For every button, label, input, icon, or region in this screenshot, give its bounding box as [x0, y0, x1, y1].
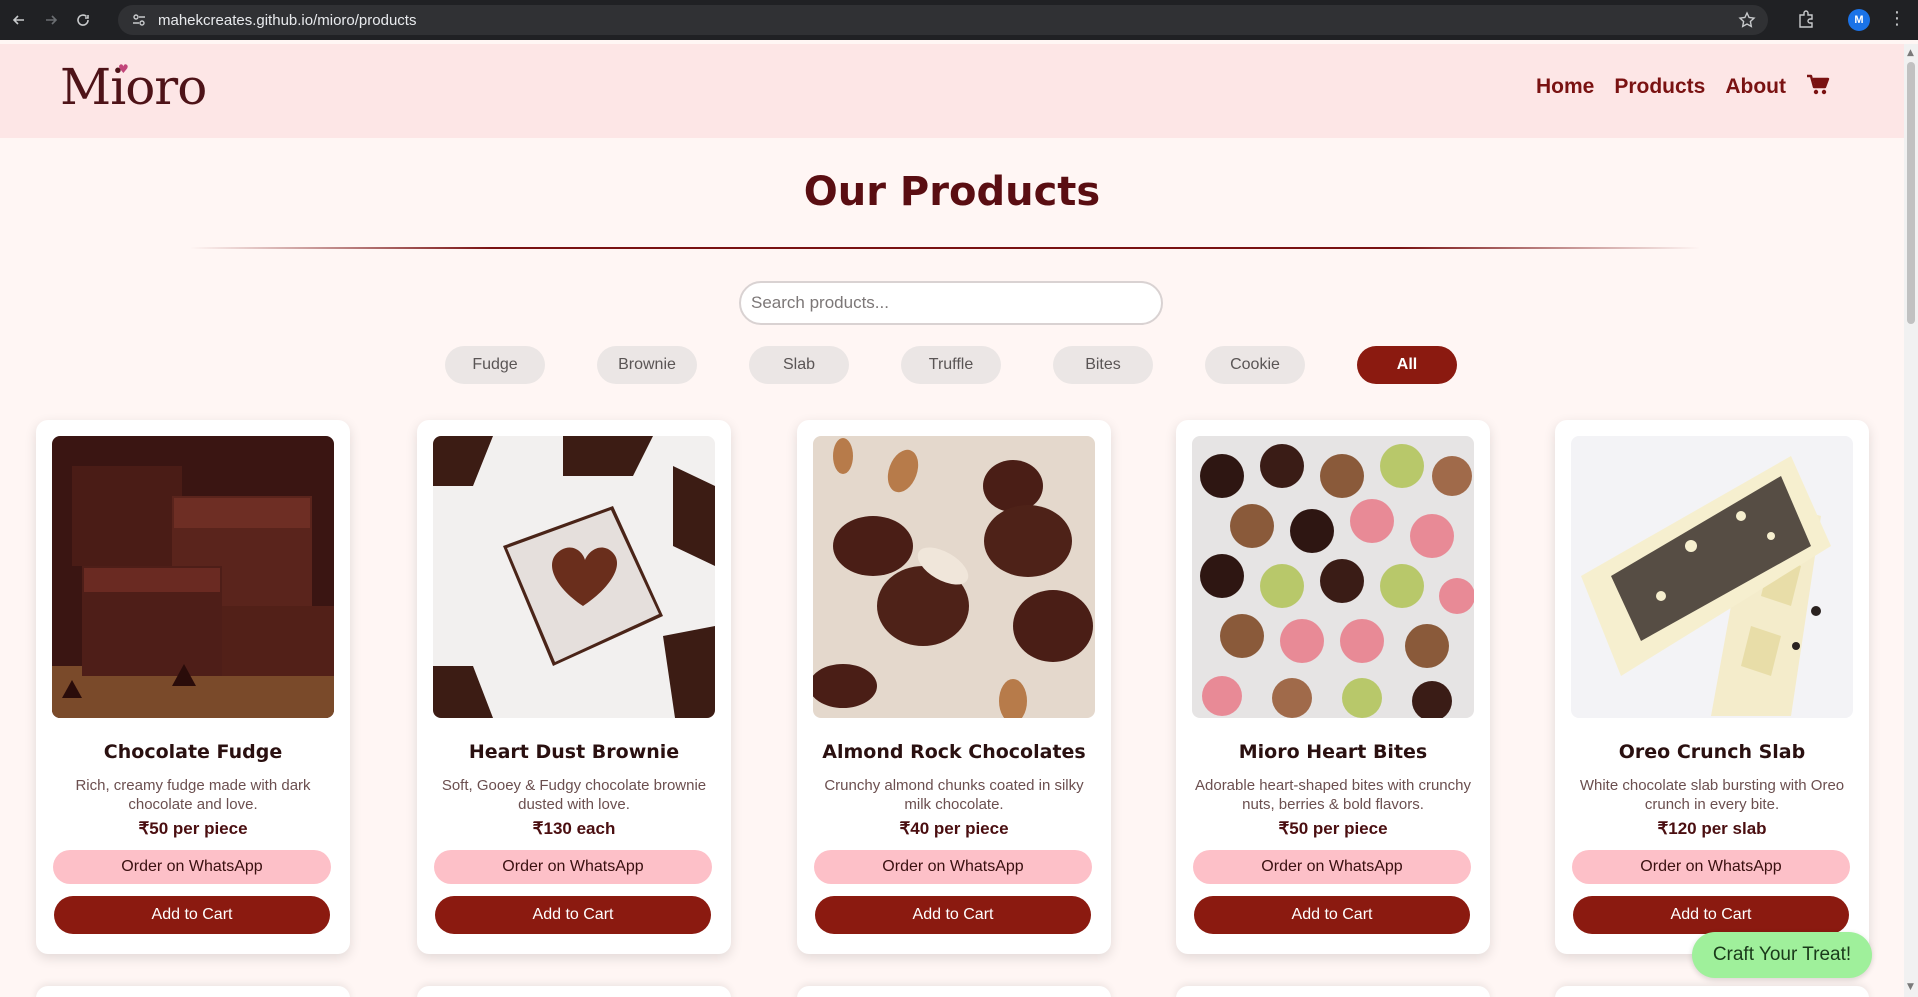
- product-description: White chocolate slab bursting with Oreo …: [1579, 777, 1845, 813]
- bookmark-star-icon[interactable]: [1738, 11, 1756, 33]
- url-text: mahekcreates.github.io/mioro/products: [158, 11, 417, 29]
- reload-icon[interactable]: [70, 7, 96, 33]
- filter-fudge[interactable]: Fudge: [445, 346, 545, 384]
- page-scrollbar[interactable]: ▲ ▼: [1904, 44, 1918, 997]
- product-price: ₹50 per piece: [138, 819, 248, 838]
- order-whatsapp-button[interactable]: Order on WhatsApp: [434, 850, 712, 884]
- filter-truffle[interactable]: Truffle: [901, 346, 1001, 384]
- product-card: Mioro Heart Bites Adorable heart-shaped …: [1176, 420, 1490, 954]
- product-name: Mioro Heart Bites: [1238, 741, 1428, 763]
- filter-slab[interactable]: Slab: [749, 346, 849, 384]
- cart-icon[interactable]: [1806, 74, 1830, 100]
- nav-home[interactable]: Home: [1536, 75, 1594, 99]
- order-whatsapp-button[interactable]: Order on WhatsApp: [1193, 850, 1471, 884]
- product-price: ₹130 each: [532, 819, 616, 838]
- scroll-down-arrow-icon[interactable]: ▼: [1907, 982, 1914, 992]
- forward-icon[interactable]: [38, 7, 64, 33]
- product-card-partial: [1555, 986, 1869, 997]
- nav-about[interactable]: About: [1725, 75, 1786, 99]
- product-card-partial: [797, 986, 1111, 997]
- product-price: ₹50 per piece: [1278, 819, 1388, 838]
- craft-your-treat-button[interactable]: Craft Your Treat!: [1692, 932, 1872, 978]
- site-logo[interactable]: Mioro: [60, 58, 207, 116]
- filter-cookie[interactable]: Cookie: [1205, 346, 1305, 384]
- product-card-partial: [36, 986, 350, 997]
- site-header: Mioro ♥ Home Products About: [0, 44, 1904, 138]
- title-divider: [190, 247, 1700, 249]
- order-whatsapp-button[interactable]: Order on WhatsApp: [814, 850, 1092, 884]
- product-card: Almond Rock Chocolates Crunchy almond ch…: [797, 420, 1111, 954]
- scroll-up-arrow-icon[interactable]: ▲: [1907, 48, 1914, 58]
- order-whatsapp-button[interactable]: Order on WhatsApp: [1572, 850, 1850, 884]
- product-name: Chocolate Fudge: [103, 741, 283, 763]
- product-card: Heart Dust Brownie Soft, Gooey & Fudgy c…: [417, 420, 731, 954]
- product-name: Heart Dust Brownie: [468, 741, 680, 763]
- product-price: ₹40 per piece: [899, 819, 1009, 838]
- more-options-icon[interactable]: ⋮: [1888, 8, 1906, 30]
- product-image-fudge: [52, 436, 334, 718]
- add-to-cart-button[interactable]: Add to Cart: [815, 896, 1091, 934]
- product-price: ₹120 per slab: [1657, 819, 1767, 838]
- product-description: Rich, creamy fudge made with dark chocol…: [75, 777, 311, 813]
- filter-all[interactable]: All: [1357, 346, 1457, 384]
- add-to-cart-button[interactable]: Add to Cart: [1573, 896, 1849, 934]
- profile-avatar[interactable]: M: [1848, 9, 1870, 31]
- filter-brownie[interactable]: Brownie: [597, 346, 697, 384]
- scrollbar-thumb[interactable]: [1907, 62, 1915, 324]
- product-description: Soft, Gooey & Fudgy chocolate brownie du…: [441, 777, 707, 813]
- product-name: Oreo Crunch Slab: [1618, 741, 1806, 763]
- site-info-icon[interactable]: [130, 11, 148, 29]
- extensions-icon[interactable]: [1796, 9, 1816, 33]
- product-name: Almond Rock Chocolates: [822, 741, 1086, 763]
- product-image-almond-rock: [813, 436, 1095, 718]
- add-to-cart-button[interactable]: Add to Cart: [1194, 896, 1470, 934]
- add-to-cart-button[interactable]: Add to Cart: [435, 896, 711, 934]
- page: Mioro ♥ Home Products About Our Products…: [0, 44, 1904, 997]
- address-bar[interactable]: mahekcreates.github.io/mioro/products: [118, 5, 1768, 35]
- product-card: Chocolate Fudge Rich, creamy fudge made …: [36, 420, 350, 954]
- product-card-partial: [417, 986, 731, 997]
- product-description: Adorable heart-shaped bites with crunchy…: [1195, 777, 1471, 813]
- product-image-heart-bites: [1192, 436, 1474, 718]
- product-card-partial: [1176, 986, 1490, 997]
- filter-bites[interactable]: Bites: [1053, 346, 1153, 384]
- product-image-oreo-slab: [1571, 436, 1853, 718]
- page-title: Our Products: [803, 169, 1101, 215]
- main-nav: Home Products About: [1536, 74, 1830, 100]
- back-icon[interactable]: [6, 7, 32, 33]
- product-card: Oreo Crunch Slab White chocolate slab bu…: [1555, 420, 1869, 954]
- browser-toolbar: mahekcreates.github.io/mioro/products M …: [0, 0, 1918, 40]
- add-to-cart-button[interactable]: Add to Cart: [54, 896, 330, 934]
- nav-products[interactable]: Products: [1614, 75, 1705, 99]
- order-whatsapp-button[interactable]: Order on WhatsApp: [53, 850, 331, 884]
- product-description: Crunchy almond chunks coated in silky mi…: [824, 777, 1084, 813]
- logo-heart-icon: ♥: [118, 62, 129, 76]
- product-image-brownie: [433, 436, 715, 718]
- search-input[interactable]: [739, 281, 1163, 325]
